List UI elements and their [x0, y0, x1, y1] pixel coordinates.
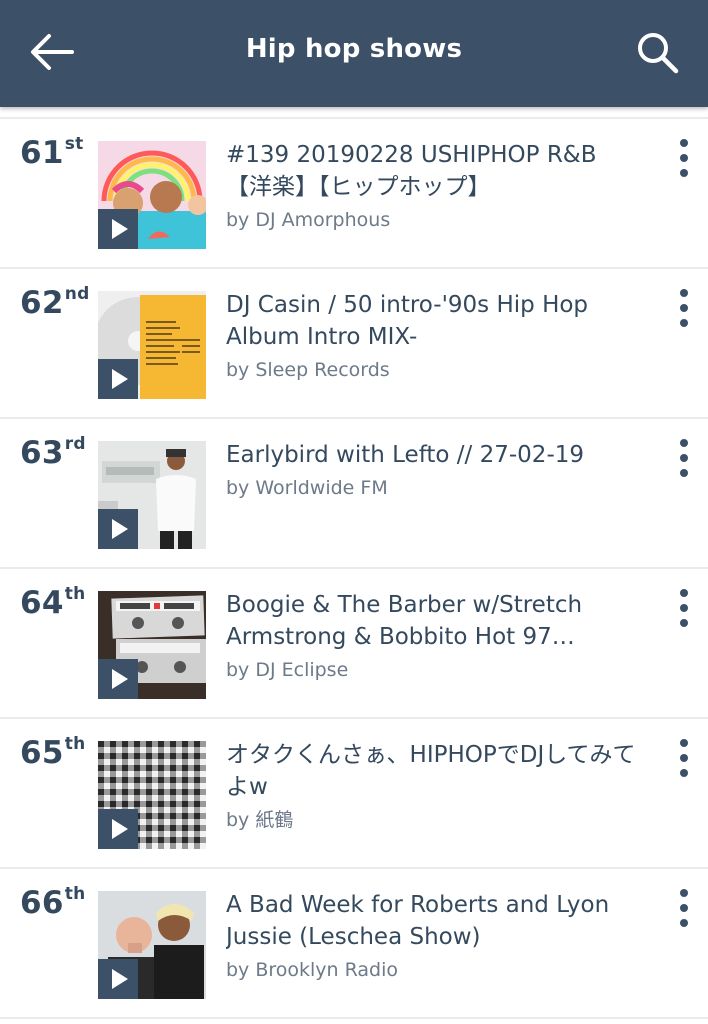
more-options-button[interactable] [672, 139, 696, 177]
show-info: オタクくんさぁ、HIPHOPでDJしてみてよw by 紙鶴 [226, 739, 636, 833]
play-icon [112, 369, 128, 389]
play-icon [112, 519, 128, 539]
more-vert-icon [680, 889, 688, 897]
more-vert-icon [680, 289, 688, 297]
show-author[interactable]: by DJ Eclipse [226, 657, 636, 683]
show-artwork [98, 741, 206, 849]
page-title: Hip hop shows [245, 34, 463, 64]
more-options-button[interactable] [672, 889, 696, 927]
show-title[interactable]: Earlybird with Lefto // 27-02-19 [226, 439, 636, 471]
more-vert-icon [680, 139, 688, 147]
more-vert-icon [680, 739, 688, 747]
show-artwork [98, 441, 206, 549]
play-button[interactable] [98, 809, 138, 849]
show-row[interactable]: 62nd DJ Casin / 50 intro-'90s Hip Hop Al… [0, 269, 708, 419]
show-row[interactable]: 64th Boogie & The Barber w/Stretch Armst… [0, 569, 708, 719]
show-row[interactable]: 61st #139 20190228 USHIPHOP R&B【洋楽】【ヒップホ… [0, 119, 708, 269]
show-author[interactable]: by DJ Amorphous [226, 207, 636, 233]
rank-label: 63rd [20, 433, 86, 471]
show-artwork [98, 891, 206, 999]
show-info: A Bad Week for Roberts and Lyon Jussie (… [226, 889, 636, 983]
show-row[interactable]: 65th オタクくんさぁ、HIPHOPでDJしてみてよw by 紙鶴 [0, 719, 708, 869]
play-button[interactable] [98, 959, 138, 999]
search-icon [638, 33, 679, 74]
more-options-button[interactable] [672, 289, 696, 327]
show-row[interactable]: 63rd Earlybird with Lefto // 27-02-19 by… [0, 419, 708, 569]
rank-label: 61st [20, 133, 84, 171]
show-row[interactable]: 66th A Bad Week for Roberts and Lyon Jus… [0, 869, 708, 1019]
show-author[interactable]: by Sleep Records [226, 357, 636, 383]
show-title[interactable]: #139 20190228 USHIPHOP R&B【洋楽】【ヒップホップ】 [226, 139, 636, 203]
play-icon [112, 969, 128, 989]
show-author[interactable]: by 紙鶴 [226, 807, 636, 833]
play-icon [112, 219, 128, 239]
show-info: DJ Casin / 50 intro-'90s Hip Hop Album I… [226, 289, 636, 383]
show-info: #139 20190228 USHIPHOP R&B【洋楽】【ヒップホップ】 b… [226, 139, 636, 233]
show-author[interactable]: by Brooklyn Radio [226, 957, 636, 983]
more-options-button[interactable] [672, 439, 696, 477]
more-vert-icon [680, 589, 688, 597]
play-button[interactable] [98, 509, 138, 549]
show-title[interactable]: Boogie & The Barber w/Stretch Armstrong … [226, 589, 636, 653]
rank-label: 62nd [20, 283, 90, 321]
play-icon [112, 669, 128, 689]
play-button[interactable] [98, 659, 138, 699]
rank-label: 65th [20, 733, 86, 771]
more-options-button[interactable] [672, 739, 696, 777]
show-info: Earlybird with Lefto // 27-02-19 by Worl… [226, 439, 636, 501]
rank-label: 64th [20, 583, 86, 621]
show-title[interactable]: A Bad Week for Roberts and Lyon Jussie (… [226, 889, 636, 953]
show-author[interactable]: by Worldwide FM [226, 475, 636, 501]
show-artwork [98, 591, 206, 699]
play-button[interactable] [98, 209, 138, 249]
show-artwork [98, 141, 206, 249]
more-vert-icon [680, 439, 688, 447]
show-title[interactable]: DJ Casin / 50 intro-'90s Hip Hop Album I… [226, 289, 636, 353]
top-app-bar: Hip hop shows [0, 0, 708, 107]
play-button[interactable] [98, 359, 138, 399]
shows-list: 61st #139 20190228 USHIPHOP R&B【洋楽】【ヒップホ… [0, 119, 708, 1019]
play-icon [112, 819, 128, 839]
rank-label: 66th [20, 883, 86, 921]
more-options-button[interactable] [672, 589, 696, 627]
show-title[interactable]: オタクくんさぁ、HIPHOPでDJしてみてよw [226, 739, 636, 803]
show-info: Boogie & The Barber w/Stretch Armstrong … [226, 589, 636, 683]
show-artwork [98, 291, 206, 399]
search-button[interactable] [636, 31, 680, 75]
